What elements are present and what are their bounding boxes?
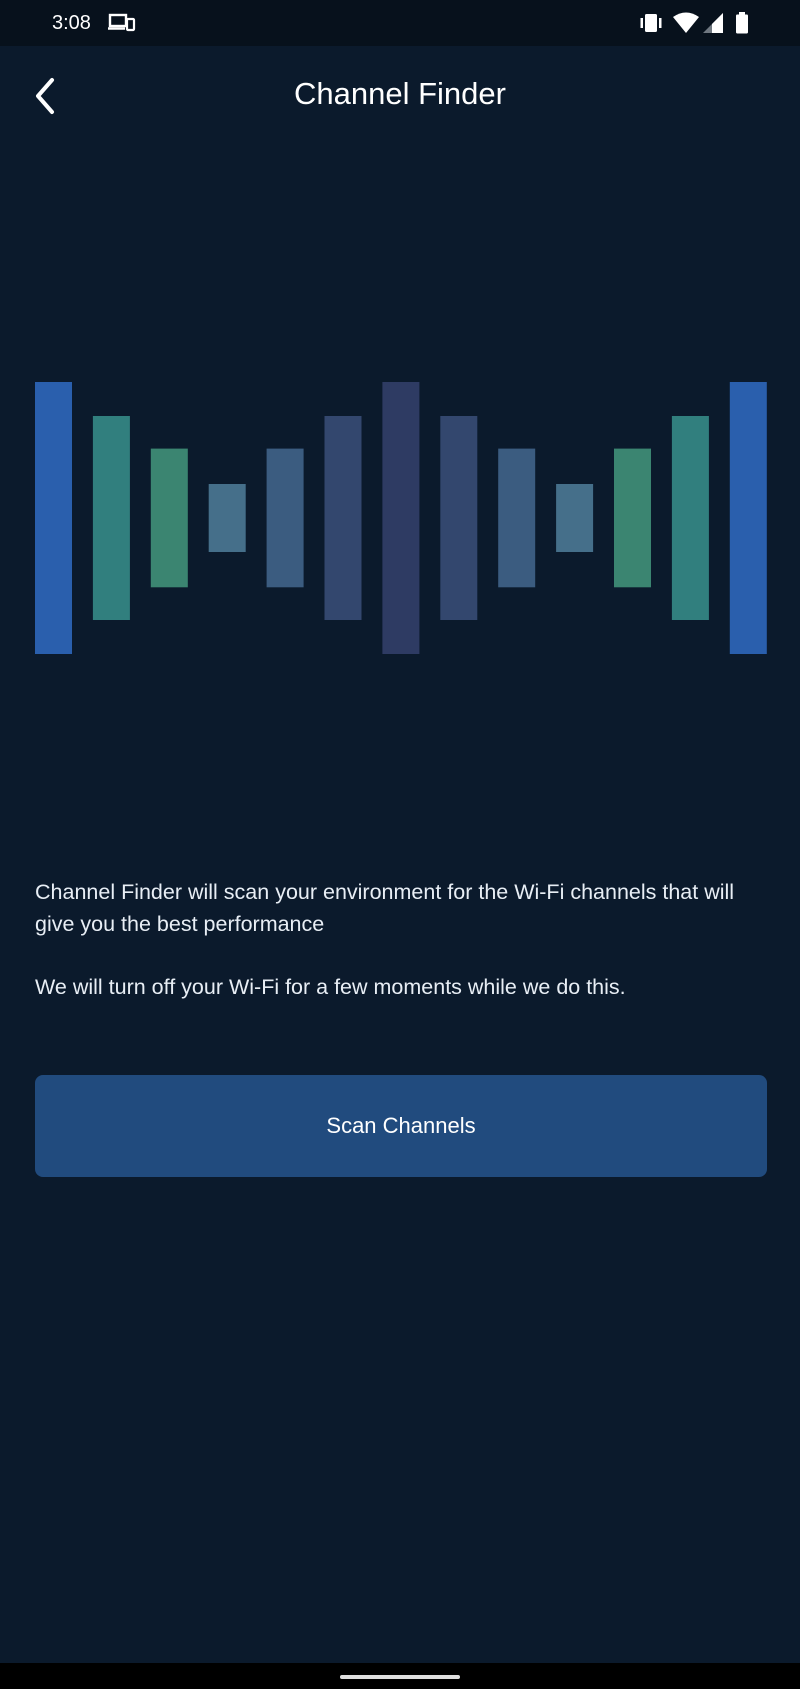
description-block: Channel Finder will scan your environmen…	[35, 876, 765, 1003]
channel-bar	[440, 416, 478, 620]
status-bar: 3:08	[0, 0, 800, 46]
channel-bar	[150, 448, 188, 588]
scan-channels-button[interactable]: Scan Channels	[35, 1075, 767, 1177]
cast-screen-icon	[108, 11, 136, 35]
wifi-off-note: We will turn off your Wi-Fi for a few mo…	[35, 975, 626, 999]
navigation-bar	[0, 1663, 800, 1689]
channel-bar	[266, 448, 304, 588]
channel-bar	[324, 416, 362, 620]
channel-bars-illustration	[0, 380, 800, 660]
channel-bar	[614, 448, 651, 588]
description-text: Channel Finder will scan your environmen…	[35, 880, 735, 936]
channel-bar	[35, 382, 72, 654]
home-indicator[interactable]	[340, 1675, 460, 1679]
channel-bar	[556, 484, 594, 552]
battery-icon	[735, 11, 749, 35]
channel-finder-screen: 3:08 Channel Finder Channel Finder will …	[0, 0, 800, 1689]
channel-bar	[729, 382, 767, 654]
page-title: Channel Finder	[294, 76, 506, 111]
cellular-signal-icon	[702, 11, 724, 35]
channel-bar	[382, 382, 420, 654]
scan-channels-label: Scan Channels	[326, 1113, 476, 1138]
app-bar: Channel Finder	[0, 46, 800, 146]
vibrate-icon	[638, 11, 664, 35]
channel-bar	[671, 416, 709, 620]
channel-bar	[92, 416, 130, 620]
channel-bar	[498, 448, 536, 588]
channel-bar	[208, 484, 246, 552]
wifi-icon	[672, 11, 700, 35]
status-time: 3:08	[52, 12, 91, 34]
